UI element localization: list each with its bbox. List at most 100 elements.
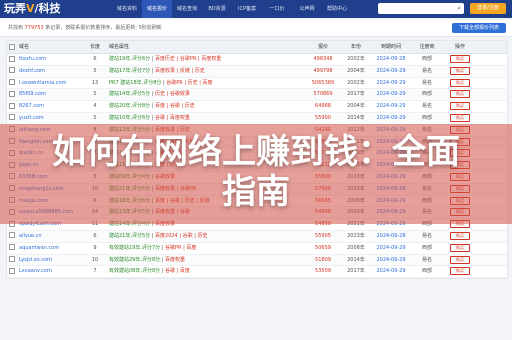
table-header: 域名 长度 域名属性 报价 年份 到期时间 注册商 操作 bbox=[7, 41, 507, 54]
domain-link[interactable]: l.oxwentlarnia.com bbox=[17, 78, 81, 89]
nav-item-3[interactable]: BD资源 bbox=[202, 0, 232, 18]
nav-item-6[interactable]: 公声网 bbox=[292, 0, 322, 18]
row-checkbox[interactable] bbox=[7, 231, 17, 242]
nav-item-0[interactable]: 域名资料 bbox=[112, 0, 142, 18]
seo-tags: 百度 | 谷歌 | 历史 bbox=[155, 103, 195, 110]
site-age: 建站17年,评分7分 bbox=[109, 67, 151, 74]
site-logo[interactable]: 玩弄V/科技 bbox=[4, 1, 61, 17]
domain-price: 5065389 bbox=[311, 79, 335, 86]
buy-button[interactable]: 购买 bbox=[450, 113, 470, 122]
expiry-date: 2024-09-29 bbox=[376, 91, 406, 98]
row-checkbox[interactable] bbox=[7, 89, 17, 100]
buy-button[interactable]: 购买 bbox=[450, 231, 470, 240]
row-checkbox[interactable] bbox=[7, 243, 17, 254]
row-checkbox[interactable] bbox=[7, 255, 17, 266]
action-cell: 购买 bbox=[443, 231, 477, 242]
site-age: 建站14年,评分5分 bbox=[109, 91, 151, 98]
registrar: 易名 bbox=[421, 79, 432, 86]
registrar: 西部 bbox=[421, 268, 432, 275]
domain-link[interactable]: allvue.cn bbox=[17, 231, 81, 242]
site-age: 建站20年,评分8分 bbox=[109, 103, 151, 110]
nav-item-5[interactable]: 一口价 bbox=[262, 0, 292, 18]
seo-tags: 历史 | 谷歌收录 bbox=[155, 91, 190, 98]
domain-price: 53509 bbox=[315, 268, 331, 275]
domain-link[interactable]: Lysjsl.sn.com bbox=[17, 255, 81, 266]
nav-item-7[interactable]: 帮助中心 bbox=[322, 0, 352, 18]
expiry-date: 2024-09-29 bbox=[376, 268, 406, 275]
domain-link[interactable]: ttaxfu.com bbox=[17, 54, 81, 65]
expiry-date: 2024-09-29 bbox=[376, 256, 406, 263]
action-cell: 购买 bbox=[443, 89, 477, 100]
login-button[interactable]: 登录/注册 bbox=[470, 3, 506, 14]
buy-button[interactable]: 购买 bbox=[450, 55, 470, 63]
domain-link[interactable]: 85f09.com bbox=[17, 89, 81, 100]
row-checkbox[interactable] bbox=[7, 101, 17, 112]
action-cell: 购买 bbox=[443, 101, 477, 112]
domain-length: 6 bbox=[93, 56, 97, 62]
search-input[interactable]: ⌕ bbox=[378, 3, 464, 14]
logo-text: 玩弄 bbox=[4, 2, 26, 15]
select-all-checkbox[interactable] bbox=[7, 41, 17, 53]
header-domain[interactable]: 域名 bbox=[17, 41, 81, 53]
row-checkbox[interactable] bbox=[7, 78, 17, 89]
nav-item-2[interactable]: 域名查询 bbox=[172, 0, 202, 18]
domain-length: 13 bbox=[91, 79, 99, 86]
domain-attributes: 建站19年,评分6分 | 百度历史 | 谷歌PR | 百度权重 bbox=[109, 56, 222, 62]
nav-item-4[interactable]: ICP备案 bbox=[232, 0, 262, 18]
domain-attributes: 建站10年,评分6分 | 谷歌 | 百度权重 bbox=[109, 114, 190, 121]
header-price[interactable]: 报价 bbox=[305, 41, 341, 53]
header-expiry[interactable]: 到期时间 bbox=[371, 41, 411, 53]
domain-year: 2014年 bbox=[347, 114, 365, 121]
expiry-date: 2024-09-29 bbox=[376, 67, 406, 74]
main-nav: 域名资料 域名报价 域名查询 BD资源 ICP备案 一口价 公声网 帮助中心 bbox=[112, 0, 352, 18]
table-row: ttaxfu.com 6 建站19年,评分6分 | 百度历史 | 谷歌PR | 百度… bbox=[7, 54, 507, 66]
buy-button[interactable]: 购买 bbox=[450, 102, 470, 111]
domain-link[interactable]: yuxlt.com bbox=[17, 113, 81, 124]
table-row: aquantwan.com 9 有效建站19年,评分7分 | 谷歌PR | 百度 50… bbox=[7, 243, 507, 255]
domain-price: 55905 bbox=[315, 232, 331, 239]
seo-tags: 百度2024 | 谷歌 | 历史 bbox=[155, 232, 208, 239]
seo-tags: 谷歌 | 百度 bbox=[165, 268, 190, 275]
result-count: 779753 bbox=[24, 25, 44, 31]
site-age: 有效建站19年,评分7分 bbox=[109, 244, 161, 251]
domain-length: 6 bbox=[93, 232, 97, 239]
download-list-button[interactable]: 下载全部报价列表 bbox=[452, 23, 506, 33]
site-age: PR7 建站18年,评分8分 bbox=[109, 79, 162, 86]
buy-button[interactable]: 购买 bbox=[450, 243, 470, 252]
buy-button[interactable]: 购买 bbox=[450, 267, 470, 276]
action-cell: 购买 bbox=[443, 66, 477, 77]
row-checkbox[interactable] bbox=[7, 66, 17, 77]
buy-button[interactable]: 购买 bbox=[450, 255, 470, 264]
row-checkbox[interactable] bbox=[7, 113, 17, 124]
domain-attributes: 有效建站19年,评分7分 | 谷歌PR | 百度 bbox=[109, 244, 197, 251]
buy-button[interactable]: 购买 bbox=[450, 78, 470, 87]
domain-link[interactable]: 8267.com bbox=[17, 101, 81, 112]
buy-button[interactable]: 购买 bbox=[450, 90, 470, 99]
registrar: 易名 bbox=[421, 256, 432, 263]
row-checkbox[interactable] bbox=[7, 54, 17, 65]
header-year[interactable]: 年份 bbox=[341, 41, 371, 53]
nav-item-1[interactable]: 域名报价 bbox=[142, 0, 172, 18]
domain-length: 10 bbox=[91, 256, 99, 263]
domain-link[interactable]: aquantwan.com bbox=[17, 243, 81, 254]
header-registrar: 注册商 bbox=[419, 44, 435, 50]
domain-link[interactable]: dxxhf.com bbox=[17, 66, 81, 77]
domain-length: 5 bbox=[93, 114, 97, 121]
registrar: 易名 bbox=[421, 67, 432, 74]
domain-price: 498348 bbox=[313, 56, 333, 62]
expiry-date: 2024-09-28 bbox=[376, 56, 406, 62]
domain-year: 2008年 bbox=[347, 244, 365, 251]
header-length[interactable]: 长度 bbox=[81, 41, 109, 53]
table-row: Lxxaanv.com 7 有效建站08年,评分8分 | 谷歌 | 百度 53509 2… bbox=[7, 266, 507, 279]
domain-attributes: 有效建站29年,评分8分 | 百度权重 bbox=[109, 256, 186, 263]
expiry-date: 2024-09-29 bbox=[376, 114, 406, 121]
domain-year: 2014年 bbox=[347, 256, 365, 263]
summary-prefix: 共找到 bbox=[8, 25, 24, 31]
search-icon[interactable]: ⌕ bbox=[457, 3, 461, 14]
buy-button[interactable]: 购买 bbox=[450, 66, 470, 75]
row-checkbox[interactable] bbox=[7, 266, 17, 277]
seo-tags: 谷歌PR | 百度 bbox=[165, 244, 197, 251]
domain-link[interactable]: Lxxaanv.com bbox=[17, 266, 81, 277]
domain-length: 9 bbox=[93, 244, 97, 251]
expiry-date: 2024-09-29 bbox=[376, 103, 406, 110]
